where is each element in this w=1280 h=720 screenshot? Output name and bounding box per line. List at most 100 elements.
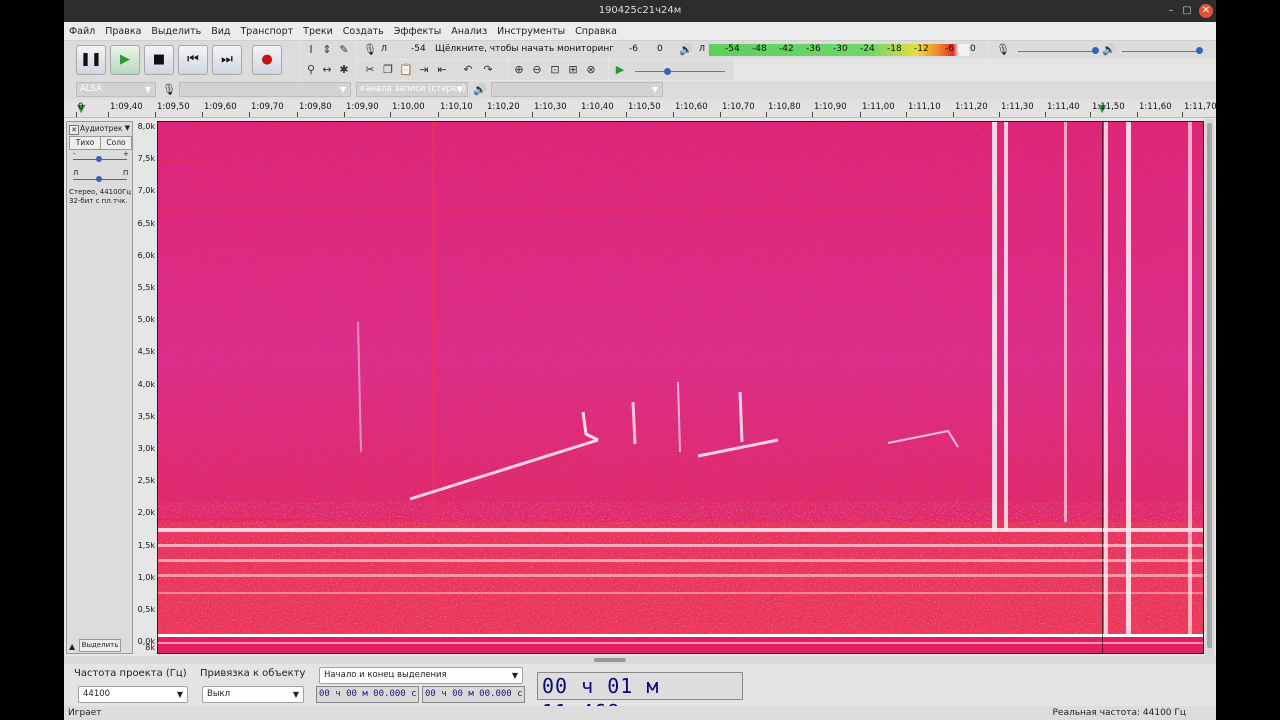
pan-slider-thumb[interactable] <box>96 176 102 182</box>
menu-tools[interactable]: Инструменты <box>492 22 570 37</box>
menu-edit[interactable]: Правка <box>100 22 146 37</box>
collapse-track-icon[interactable]: ▲ <box>69 642 75 651</box>
play-scale-36: -36 <box>806 44 821 54</box>
undo-icon[interactable]: ↶ <box>461 63 475 77</box>
envelope-tool-icon[interactable]: ⇕ <box>320 43 334 57</box>
mixer-toolbar: 🎙 🔊 <box>988 41 1216 59</box>
chirp-7 <box>738 391 744 443</box>
snap-to-label: Привязка к объекту <box>200 668 306 679</box>
play-button[interactable]: ▶ <box>110 45 140 75</box>
menu-view[interactable]: Вид <box>206 22 235 37</box>
skip-to-start-button[interactable]: ⏮ <box>178 45 208 75</box>
recording-volume-slider[interactable] <box>1018 51 1098 52</box>
draw-tool-icon[interactable]: ✎ <box>337 43 351 57</box>
pan-right-label: П <box>123 169 129 177</box>
silence-icon[interactable]: ⇤ <box>435 63 449 77</box>
menu-transport[interactable]: Транспорт <box>235 22 298 37</box>
pause-button[interactable]: ❚❚ <box>76 45 106 75</box>
play-at-speed-icon[interactable]: ▶ <box>613 63 627 77</box>
selection-tool-icon[interactable]: I <box>304 43 318 57</box>
recording-channels-dropdown[interactable]: канала записи (стерео) ▼ <box>356 82 468 97</box>
track-sample-format: 32-бит с пл.тчк. <box>69 197 128 205</box>
audacity-window: 190425с21ч24м – ▢ ✕ Файл Правка Выделить Ви… <box>64 0 1216 720</box>
noise-texture <box>158 122 1203 522</box>
zoom-toggle-icon[interactable]: ⊗ <box>584 63 598 77</box>
play-scale-0: 0 <box>970 44 976 54</box>
playback-volume-slider[interactable] <box>1122 51 1202 52</box>
play-scale-42: -42 <box>779 44 794 54</box>
menu-analyze[interactable]: Анализ <box>446 22 492 37</box>
maximize-icon[interactable]: ▢ <box>1180 4 1194 18</box>
recording-volume-thumb[interactable] <box>1092 47 1099 54</box>
zoom-tool-icon[interactable]: ⚲ <box>304 63 318 77</box>
solo-button[interactable]: Соло <box>100 136 132 150</box>
transient-2 <box>992 122 997 532</box>
horizontal-scroll-thumb[interactable] <box>594 658 626 662</box>
tone-line-1-8k <box>158 518 308 520</box>
zoom-out-icon[interactable]: ⊖ <box>530 63 544 77</box>
fit-selection-icon[interactable]: ⊡ <box>548 63 562 77</box>
close-icon[interactable]: ✕ <box>1199 4 1213 18</box>
vertical-scrollbar[interactable] <box>1205 119 1214 656</box>
minimize-icon[interactable]: – <box>1164 4 1178 18</box>
close-track-icon[interactable]: ✕ <box>69 125 79 135</box>
track-name-menu[interactable]: Аудиотрек ▼ <box>80 124 130 134</box>
timeline-ruler[interactable]: ▼ ▼ 0 1:09,40 1:09,50 1:09,60 1:09,70 1:09,80… <box>64 99 1216 118</box>
frequency-ruler[interactable]: 8,0k 7,5k 7,0k 6,5k 6,0k 5,5k 5,0k 4,5k 4,0k 3,5k… <box>134 121 158 654</box>
zoom-in-icon[interactable]: ⊕ <box>512 63 526 77</box>
playback-device-icon: 🔊 <box>473 83 487 96</box>
mute-button[interactable]: Тихо <box>69 136 101 150</box>
timeshift-tool-icon[interactable]: ↔ <box>320 63 334 77</box>
menu-help[interactable]: Справка <box>570 22 622 37</box>
menu-generate[interactable]: Создать <box>338 22 389 37</box>
play-speed-thumb[interactable] <box>664 68 671 75</box>
rec-meter-monitor-text[interactable]: Щёлкните, чтобы начать мониторинг <box>435 44 614 54</box>
speaker-icon[interactable]: 🔊 <box>679 43 693 57</box>
tone-line-1-0k <box>158 574 1203 577</box>
selection-start-field[interactable]: 00 ч 00 м 00.000 с <box>316 686 419 703</box>
menu-file[interactable]: Файл <box>64 22 100 37</box>
gain-slider-thumb[interactable] <box>96 156 102 162</box>
ruler-tick-mark <box>860 112 861 117</box>
menu-select[interactable]: Выделить <box>146 22 206 37</box>
selection-mode-dropdown[interactable]: Начало и конец выделения ▼ <box>319 667 523 684</box>
audio-host-dropdown[interactable]: ALSA ▼ <box>76 82 156 97</box>
ruler-tick-mark <box>202 112 203 117</box>
frequency-label: 7,0k <box>137 186 155 196</box>
menu-tracks[interactable]: Треки <box>298 22 338 37</box>
frequency-label: 1,5k <box>137 540 155 550</box>
vertical-scroll-thumb[interactable] <box>1207 123 1212 648</box>
rec-meter-scale-min: -54 <box>411 44 426 54</box>
selection-end-field[interactable]: 00 ч 00 м 00.000 с <box>422 686 525 703</box>
copy-icon[interactable]: ❐ <box>381 63 395 77</box>
stop-button[interactable]: ■ <box>144 45 174 75</box>
skip-to-end-button[interactable]: ⏭ <box>212 45 242 75</box>
select-track-button[interactable]: Выделить <box>79 639 121 652</box>
fit-project-icon[interactable]: ⊞ <box>566 63 580 77</box>
spectrogram-view[interactable] <box>157 121 1204 654</box>
record-button[interactable]: ● <box>252 45 282 75</box>
multi-tool-icon[interactable]: ✱ <box>337 63 351 77</box>
project-rate-dropdown[interactable]: 44100 ▼ <box>78 686 188 703</box>
transport-toolbar: ❚❚ ▶ ■ ⏮ ⏭ ● <box>64 41 299 81</box>
microphone-icon[interactable]: 🎙 <box>363 43 377 57</box>
redo-icon[interactable]: ↷ <box>481 63 495 77</box>
cut-icon[interactable]: ✂ <box>363 63 377 77</box>
ruler-tick-label: 1:10,60 <box>675 102 708 112</box>
playback-device-dropdown[interactable]: ▼ <box>491 82 663 97</box>
pause-icon: ❚❚ <box>80 52 102 67</box>
ruler-tick-label: 1:11,70 <box>1184 102 1216 112</box>
edit-toolbar: ✂ ❐ 📋 ⇥ ⇤ ↶ ↷ <box>357 60 507 80</box>
play-speed-slider[interactable] <box>635 71 725 72</box>
snap-to-dropdown[interactable]: Выкл ▼ <box>202 686 304 703</box>
horizontal-scrollbar[interactable] <box>64 656 1216 664</box>
ruler-tick-mark <box>532 112 533 117</box>
audio-position-display[interactable]: 00 ч 01 м 11.468 с <box>537 672 743 720</box>
recording-device-dropdown[interactable]: ▼ <box>179 82 351 97</box>
menu-effects[interactable]: Эффекты <box>389 22 447 37</box>
playback-volume-thumb[interactable] <box>1196 47 1203 54</box>
trim-icon[interactable]: ⇥ <box>417 63 431 77</box>
gain-plus-label: + <box>123 150 129 158</box>
ruler-tick-mark <box>249 112 250 117</box>
paste-icon[interactable]: 📋 <box>399 63 413 77</box>
